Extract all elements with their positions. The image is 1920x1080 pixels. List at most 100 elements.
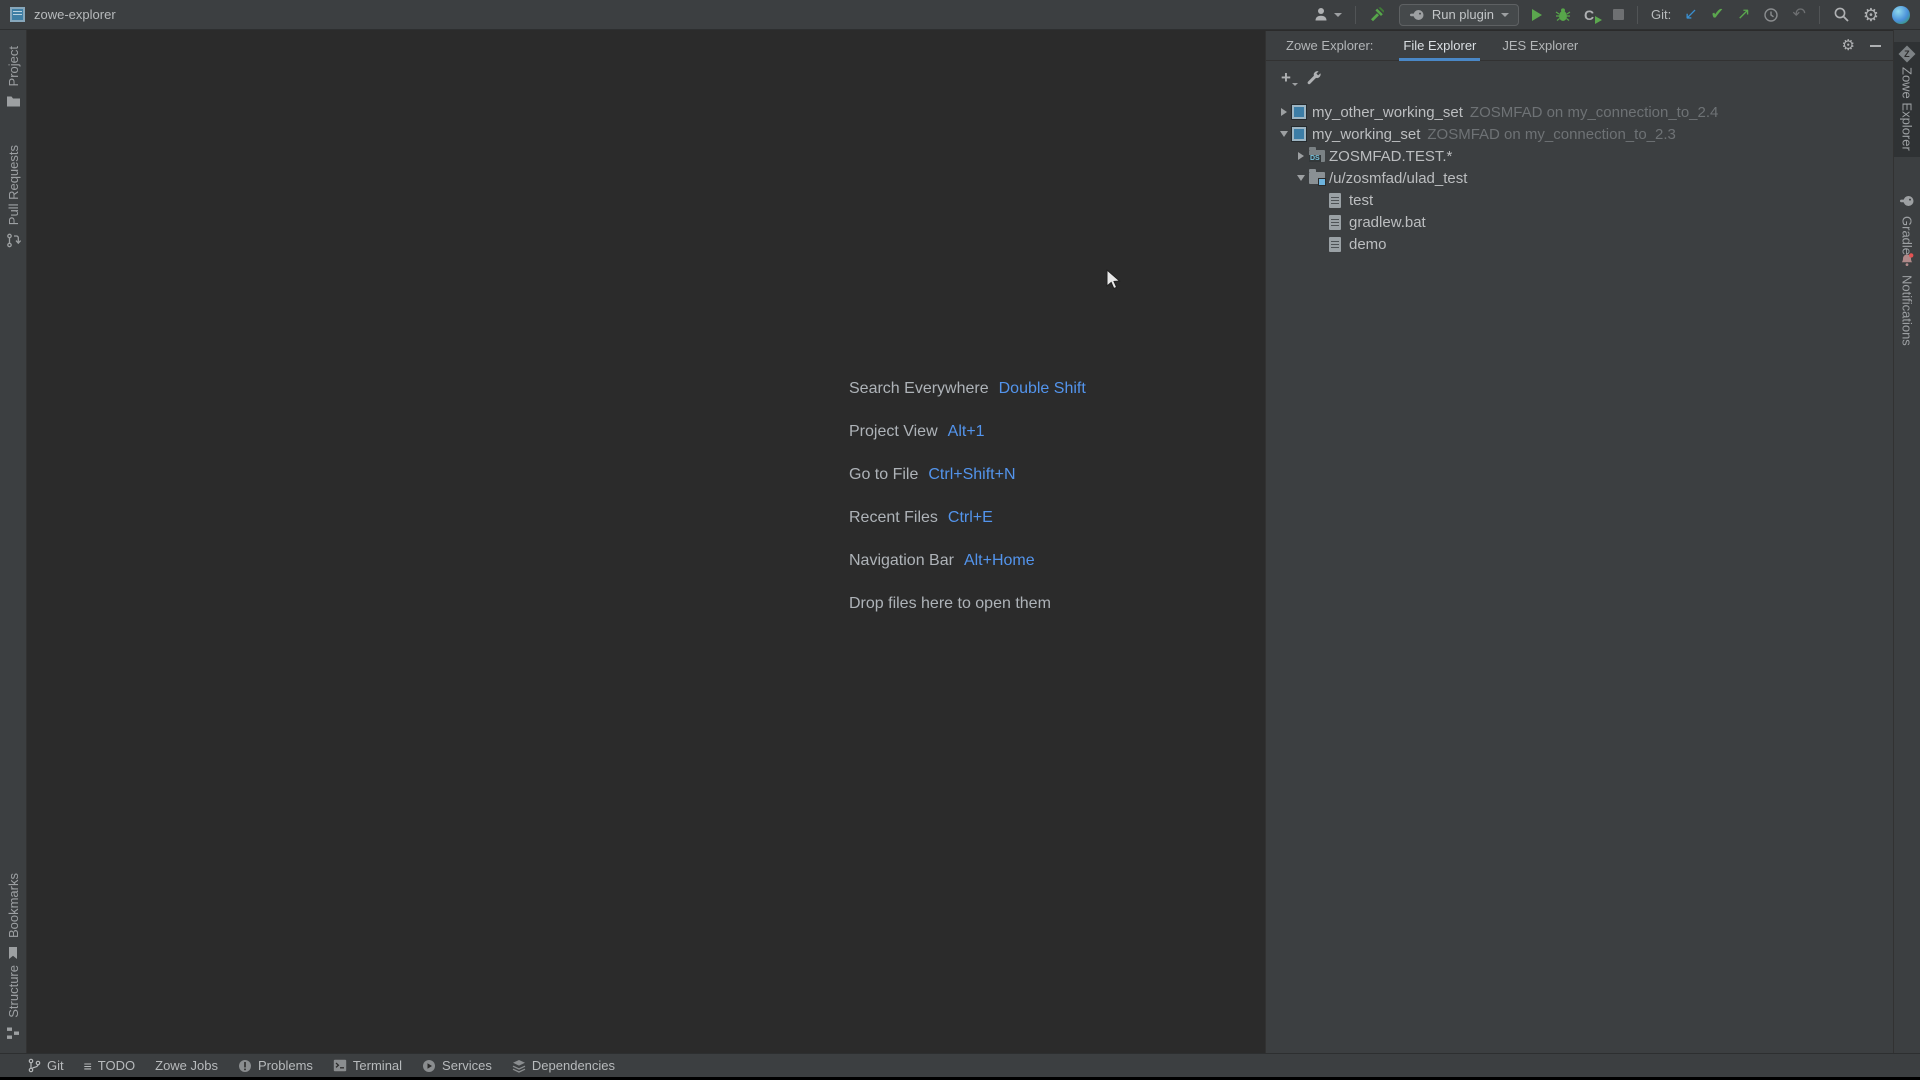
debug-bug-icon: [1555, 7, 1571, 23]
stripe-label: Pull Requests: [6, 145, 21, 225]
chevron-down-icon: [1292, 83, 1298, 86]
wrench-icon[interactable]: [1305, 69, 1321, 85]
tree-row-file[interactable]: demo: [1266, 233, 1893, 255]
toolwindow-git[interactable]: Git: [27, 1058, 64, 1073]
run-with-coverage-button[interactable]: C: [1584, 7, 1600, 23]
file-icon: [1329, 214, 1349, 230]
title-toolbar: zowe-explorer: [0, 0, 1920, 30]
stop-icon[interactable]: [1613, 9, 1624, 20]
shortcut-row: Recent Files Ctrl+E: [849, 496, 1086, 539]
shortcut-row: Search Everywhere Double Shift: [849, 367, 1086, 410]
chevron-right-icon[interactable]: [1276, 104, 1292, 120]
file-icon: [1329, 236, 1349, 252]
run-configuration-select[interactable]: Run plugin: [1399, 4, 1519, 26]
chevron-down-icon[interactable]: [1293, 170, 1309, 186]
people-icon: [1313, 6, 1330, 23]
sidebar-item-zowe-explorer[interactable]: Z Zowe Explorer: [1894, 42, 1920, 157]
commit-icon[interactable]: ✔: [1711, 7, 1724, 23]
ide-window: zowe-explorer: [0, 0, 1920, 1080]
window-title: zowe-explorer: [34, 7, 116, 22]
shortcut-keys: Ctrl+E: [948, 509, 993, 527]
sidebar-item-pull-requests[interactable]: Pull Requests: [0, 145, 26, 248]
shortcut-keys: Alt+Home: [964, 552, 1035, 570]
minimize-icon[interactable]: [1870, 45, 1881, 47]
dataset-icon: DS: [1309, 148, 1329, 164]
todo-list-icon: ≡: [84, 1059, 92, 1073]
pull-request-icon: [5, 232, 21, 248]
dependencies-icon: [512, 1059, 526, 1073]
build-button[interactable]: [1369, 6, 1386, 23]
sidebar-item-notifications[interactable]: Notifications: [1894, 252, 1920, 346]
gear-icon[interactable]: ⚙: [1842, 38, 1855, 53]
stripe-label: Bookmarks: [6, 873, 21, 938]
sidebar-item-gradle[interactable]: Gradle: [1894, 193, 1920, 255]
tree-row-uss-path[interactable]: /u/zosmfad/ulad_test: [1266, 167, 1893, 189]
project-window-icon: [10, 7, 25, 22]
shortcut-row: Drop files here to open them: [849, 582, 1086, 625]
run-icon[interactable]: [1532, 9, 1542, 21]
shortcut-keys: Ctrl+Shift+N: [928, 466, 1015, 484]
shortcut-row: Project View Alt+1: [849, 410, 1086, 453]
chevron-down-icon: [1501, 13, 1509, 17]
toolwindow-zowe-jobs[interactable]: Zowe Jobs: [155, 1058, 218, 1073]
shortcut-label: Project View: [849, 423, 938, 441]
tree-row-file[interactable]: gradlew.bat: [1266, 211, 1893, 233]
window-title-group: zowe-explorer: [0, 7, 116, 22]
editor-area: Search Everywhere Double Shift Project V…: [28, 31, 1265, 1053]
update-project-icon[interactable]: ↙: [1684, 7, 1697, 23]
sidebar-item-project[interactable]: Project: [0, 46, 26, 109]
toolwindow-services[interactable]: Services: [422, 1058, 492, 1073]
hammer-icon: [1369, 6, 1386, 23]
services-icon: [422, 1059, 436, 1073]
toolwindow-dependencies[interactable]: Dependencies: [512, 1058, 615, 1073]
clock-icon: [1763, 7, 1779, 23]
tab-jes-explorer[interactable]: JES Explorer: [1502, 31, 1578, 61]
gradle-elephant-icon: [1409, 9, 1425, 21]
toolbar-separator: [1637, 6, 1638, 24]
avatar-sphere-icon[interactable]: [1892, 6, 1910, 24]
rollback-icon[interactable]: ↶: [1792, 7, 1805, 23]
git-branch-icon: [27, 1058, 41, 1073]
working-set-icon: [1292, 126, 1312, 142]
chevron-right-icon[interactable]: [1293, 148, 1309, 164]
chevron-down-icon: [1334, 13, 1342, 17]
toolwindow-problems[interactable]: Problems: [238, 1058, 313, 1073]
bookmark-icon: [5, 945, 21, 961]
chevron-down-icon[interactable]: [1276, 126, 1292, 142]
stripe-label: Project: [6, 46, 21, 86]
panel-header-actions: ⚙: [1842, 38, 1881, 53]
shortcut-label: Drop files here to open them: [849, 595, 1051, 613]
debug-button[interactable]: [1555, 7, 1571, 23]
toolbar-separator: [1819, 6, 1820, 24]
search-everywhere-button[interactable]: [1833, 6, 1850, 23]
history-button[interactable]: [1763, 7, 1779, 23]
stripe-label: Zowe Explorer: [1900, 67, 1915, 151]
sidebar-item-structure[interactable]: Structure: [0, 965, 26, 1041]
bell-icon: [1899, 252, 1915, 268]
gear-icon[interactable]: ⚙: [1863, 6, 1879, 24]
shortcut-label: Recent Files: [849, 509, 938, 527]
panel-title: Zowe Explorer:: [1286, 38, 1373, 53]
sidebar-item-bookmarks[interactable]: Bookmarks: [0, 873, 26, 961]
tree-row-dataset-mask[interactable]: DS ZOSMFAD.TEST.*: [1266, 145, 1893, 167]
file-icon: [1329, 192, 1349, 208]
shortcut-keys: Alt+1: [948, 423, 985, 441]
panel-toolbar: +: [1266, 61, 1893, 93]
toolwindow-todo[interactable]: ≡ TODO: [84, 1058, 136, 1073]
coverage-icon: C: [1584, 7, 1594, 23]
shortcut-keys: Double Shift: [999, 380, 1086, 398]
shortcut-label: Go to File: [849, 466, 918, 484]
tab-file-explorer[interactable]: File Explorer: [1403, 31, 1476, 61]
file-explorer-tree: my_other_working_set ZOSMFAD on my_conne…: [1266, 93, 1893, 255]
stripe-label: Notifications: [1900, 275, 1915, 346]
tree-row-working-set[interactable]: my_working_set ZOSMFAD on my_connection_…: [1266, 123, 1893, 145]
code-with-me-button[interactable]: [1313, 6, 1342, 23]
tree-row-working-set[interactable]: my_other_working_set ZOSMFAD on my_conne…: [1266, 101, 1893, 123]
working-set-icon: [1292, 104, 1312, 120]
tree-row-file[interactable]: test: [1266, 189, 1893, 211]
push-icon[interactable]: ↗: [1737, 7, 1750, 23]
shortcut-label: Search Everywhere: [849, 380, 989, 398]
toolwindow-terminal[interactable]: Terminal: [333, 1058, 402, 1073]
add-icon[interactable]: +: [1281, 69, 1291, 86]
run-configuration-label: Run plugin: [1432, 7, 1494, 22]
